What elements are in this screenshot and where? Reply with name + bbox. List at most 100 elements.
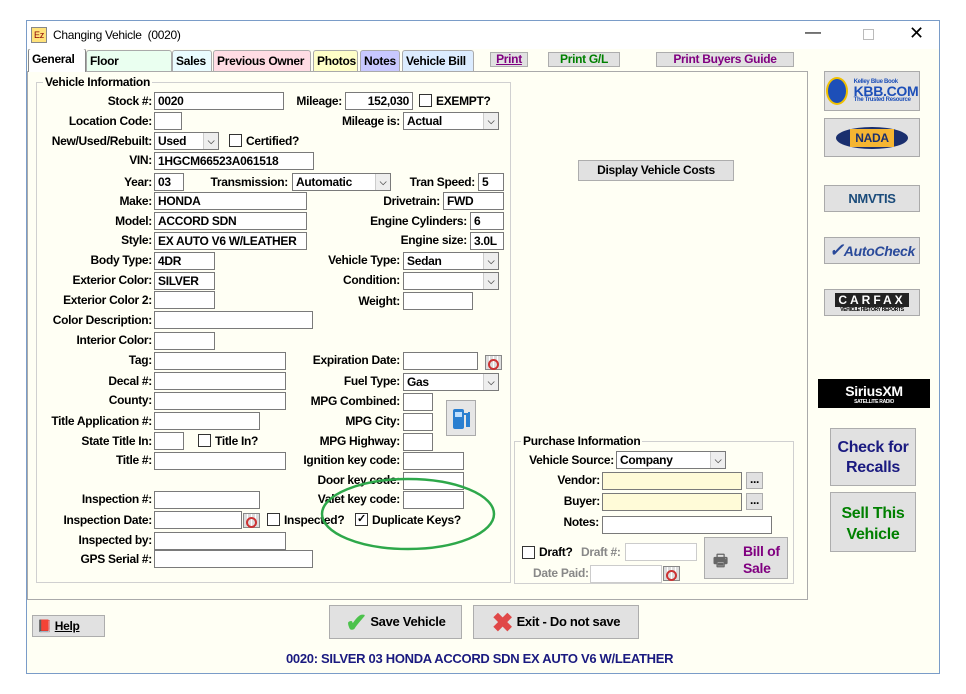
model-input[interactable]: ACCORD SDN bbox=[154, 212, 307, 230]
new-used-label: New/Used/Rebuilt: bbox=[51, 134, 153, 148]
autocheck-logo-text: AutoCheck bbox=[843, 242, 916, 259]
mpg-hwy-label: MPG Highway: bbox=[319, 434, 401, 448]
siriusxm-logo[interactable]: SiriusXM SATELLITE RADIO bbox=[818, 379, 930, 408]
fuel-type-select[interactable]: Gas ⌵ bbox=[403, 373, 499, 391]
tran-speed-input[interactable]: 5 bbox=[478, 173, 504, 191]
decal-label: Decal #: bbox=[108, 374, 152, 388]
color-desc-input[interactable] bbox=[154, 311, 313, 329]
engine-size-input[interactable]: 3.0L bbox=[470, 232, 504, 250]
group-title: Purchase Information bbox=[521, 434, 643, 448]
print-button[interactable]: Print bbox=[490, 52, 528, 67]
mileage-is-select[interactable]: Actual ⌵ bbox=[403, 112, 499, 130]
kbb-seal-icon bbox=[825, 77, 848, 105]
inspection-no-label: Inspection #: bbox=[81, 492, 152, 506]
date-paid-input[interactable] bbox=[590, 565, 662, 583]
draft-number-label: Draft #: bbox=[581, 545, 621, 559]
weight-input[interactable] bbox=[403, 292, 473, 310]
mpg-combined-input[interactable] bbox=[403, 393, 433, 411]
tab-1[interactable]: Floor Planning bbox=[86, 50, 172, 88]
exit-button[interactable]: ✖ Exit - Do not save bbox=[473, 605, 639, 639]
body-type-input[interactable]: 4DR bbox=[154, 252, 215, 270]
door-input[interactable] bbox=[403, 472, 464, 490]
display-vehicle-costs-button[interactable]: Display Vehicle Costs bbox=[578, 160, 734, 181]
int-color-label: Interior Color: bbox=[76, 333, 153, 347]
mileage-input[interactable]: 152,030 bbox=[345, 92, 413, 110]
inspection-date-label: Inspection Date: bbox=[63, 513, 152, 527]
inspection-date-calendar-icon[interactable] bbox=[243, 513, 260, 528]
buyer-input[interactable] bbox=[602, 493, 742, 511]
decal-input[interactable] bbox=[154, 372, 286, 390]
help-button[interactable]: 📕 Help bbox=[32, 615, 105, 637]
mpg-hwy-input[interactable] bbox=[403, 433, 433, 451]
exempt-checkbox[interactable] bbox=[419, 94, 432, 107]
int-color-input[interactable] bbox=[154, 332, 215, 350]
year-input[interactable]: 03 bbox=[154, 173, 184, 191]
condition-select[interactable]: ⌵ bbox=[403, 272, 499, 290]
title-in-checkbox[interactable] bbox=[198, 434, 211, 447]
save-vehicle-button[interactable]: ✔ Save Vehicle bbox=[329, 605, 462, 639]
style-label: Style: bbox=[121, 233, 152, 247]
inspected-by-input[interactable] bbox=[154, 532, 286, 550]
tab-2[interactable]: Sales bbox=[172, 50, 212, 71]
autocheck-button[interactable]: ✓ AutoCheck bbox=[824, 237, 920, 264]
tab-4[interactable]: Photos bbox=[313, 50, 358, 71]
drivetrain-input[interactable]: FWD bbox=[443, 192, 504, 210]
buyer-browse-button[interactable]: ... bbox=[746, 493, 763, 510]
vendor-input[interactable] bbox=[602, 472, 742, 490]
tab-5[interactable]: Notes bbox=[360, 50, 400, 71]
source-select[interactable]: Company ⌵ bbox=[616, 451, 726, 469]
gps-input[interactable] bbox=[154, 550, 313, 568]
tag-input[interactable] bbox=[154, 352, 286, 370]
ext-color-label: Exterior Color: bbox=[72, 273, 152, 287]
exp-date-input[interactable] bbox=[403, 352, 478, 370]
kbb-button[interactable]: Kelley Blue Book KBB.COM The Trusted Resou… bbox=[824, 71, 920, 111]
state-title-input[interactable] bbox=[154, 432, 184, 450]
vin-input[interactable]: 1HGCM66523A061518 bbox=[154, 152, 314, 170]
transmission-select[interactable]: Automatic ⌵ bbox=[292, 173, 391, 191]
tab-6[interactable]: Vehicle Bill bbox=[402, 50, 474, 71]
minimize-button[interactable]: — bbox=[805, 24, 821, 42]
certified-checkbox[interactable] bbox=[229, 134, 242, 147]
nmvtis-button[interactable]: NMVTIS bbox=[824, 185, 920, 212]
carfax-button[interactable]: CARFAX VEHICLE HISTORY REPORTS bbox=[824, 289, 920, 316]
valet-input[interactable] bbox=[403, 491, 464, 509]
stock-input[interactable]: 0020 bbox=[154, 92, 284, 110]
engine-cyl-input[interactable]: 6 bbox=[470, 212, 504, 230]
style-input[interactable]: EX AUTO V6 W/LEATHER bbox=[154, 232, 307, 250]
check-for-recalls-button[interactable]: Check for Recalls bbox=[830, 428, 916, 486]
make-input[interactable]: HONDA bbox=[154, 192, 307, 210]
exp-date-label: Expiration Date: bbox=[312, 353, 401, 367]
draft-number-input[interactable] bbox=[625, 543, 697, 561]
close-button[interactable]: ✕ bbox=[909, 23, 924, 44]
title-no-input[interactable] bbox=[154, 452, 286, 470]
mpg-city-input[interactable] bbox=[403, 413, 433, 431]
app-icon: Ez bbox=[31, 27, 47, 43]
notes-input[interactable] bbox=[602, 516, 772, 534]
date-paid-calendar-icon[interactable] bbox=[663, 566, 680, 581]
location-input[interactable] bbox=[154, 112, 182, 130]
print-buyers-guide-button[interactable]: Print Buyers Guide bbox=[656, 52, 794, 67]
dup-keys-checkbox[interactable]: ✓ bbox=[355, 513, 368, 526]
title-app-input[interactable] bbox=[154, 412, 260, 430]
ext-color-input[interactable]: SILVER bbox=[154, 272, 215, 290]
ext-color2-input[interactable] bbox=[154, 291, 215, 309]
expiration-date-calendar-icon[interactable] bbox=[485, 355, 502, 370]
county-input[interactable] bbox=[154, 392, 286, 410]
sell-this-vehicle-button[interactable]: Sell This Vehicle bbox=[830, 492, 916, 552]
vendor-browse-button[interactable]: ... bbox=[746, 472, 763, 489]
tab-0[interactable]: General bbox=[28, 48, 86, 72]
draft-checkbox[interactable] bbox=[522, 546, 535, 559]
inspection-no-input[interactable] bbox=[154, 491, 260, 509]
print-gl-button[interactable]: Print G/L bbox=[548, 52, 620, 67]
vehicle-type-select[interactable]: Sedan ⌵ bbox=[403, 252, 499, 270]
nada-button[interactable]: NADA bbox=[824, 118, 920, 157]
ignition-input[interactable] bbox=[403, 452, 464, 470]
drivetrain-label: Drivetrain: bbox=[383, 194, 440, 208]
inspection-date-input[interactable] bbox=[154, 511, 242, 529]
inspected-checkbox[interactable] bbox=[267, 513, 280, 526]
new-used-select[interactable]: Used ⌵ bbox=[154, 132, 219, 150]
mileage-label: Mileage: bbox=[296, 94, 342, 108]
bill-of-sale-button[interactable]: 🖶 Bill of Sale bbox=[704, 537, 788, 579]
tab-3[interactable]: Previous Owner bbox=[213, 50, 311, 71]
maximize-button[interactable] bbox=[863, 29, 874, 40]
